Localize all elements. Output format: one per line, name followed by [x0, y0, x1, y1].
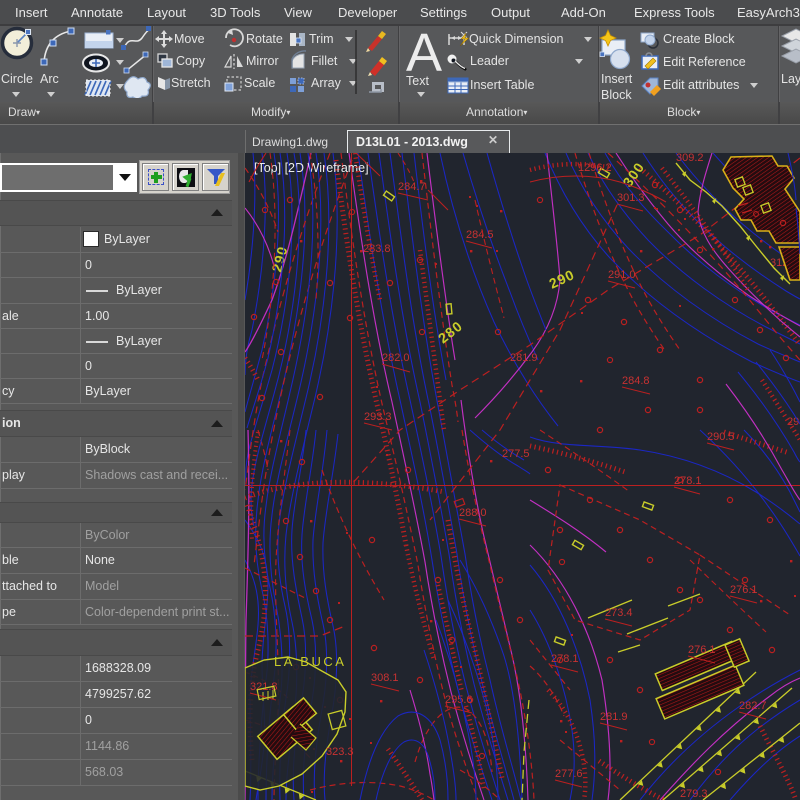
svg-text:282.7: 282.7: [739, 700, 767, 712]
svg-text:277.6: 277.6: [555, 768, 583, 780]
svg-text:290.5: 290.5: [707, 431, 735, 443]
svg-text:301.3: 301.3: [617, 192, 645, 204]
svg-text:281.9: 281.9: [600, 711, 628, 723]
svg-text:276.1: 276.1: [688, 644, 716, 656]
svg-text:A: A: [406, 23, 442, 83]
svg-text:273.4: 273.4: [605, 607, 633, 619]
svg-text:277.5: 277.5: [502, 448, 530, 460]
svg-text:295.6: 295.6: [445, 694, 473, 706]
svg-text:279.3: 279.3: [680, 788, 708, 800]
svg-text:309.2: 309.2: [676, 153, 704, 164]
svg-text:281.9: 281.9: [510, 352, 538, 364]
svg-text:284.5: 284.5: [466, 229, 494, 241]
svg-text:283.8: 283.8: [363, 243, 391, 255]
svg-text:278.1: 278.1: [674, 475, 702, 487]
svg-text:308.1: 308.1: [371, 672, 399, 684]
svg-text:282.0: 282.0: [382, 352, 410, 364]
svg-text:291.0: 291.0: [608, 269, 636, 281]
svg-text:323.3: 323.3: [326, 746, 354, 758]
svg-text:278.1: 278.1: [551, 653, 579, 665]
svg-text:284.7: 284.7: [398, 181, 426, 193]
svg-text:284.8: 284.8: [622, 375, 650, 387]
svg-text:LA BUCA: LA BUCA: [274, 654, 346, 669]
svg-text:293.3: 293.3: [364, 411, 392, 423]
svg-text:288.0: 288.0: [459, 507, 487, 519]
svg-text:276.1: 276.1: [730, 584, 758, 596]
